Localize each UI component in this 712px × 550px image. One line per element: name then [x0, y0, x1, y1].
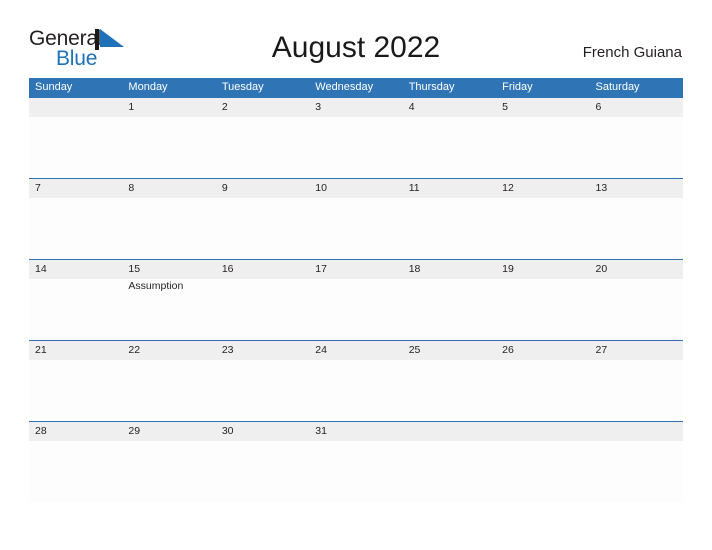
- day-number: 15: [128, 263, 141, 275]
- holiday-event-label: Assumption: [128, 280, 184, 292]
- calendar-day-cell[interactable]: 11: [403, 179, 496, 259]
- weekday-header-row: Sunday Monday Tuesday Wednesday Thursday…: [29, 78, 683, 97]
- calendar-day-cell[interactable]: 7: [29, 179, 122, 259]
- day-number: 24: [315, 344, 327, 356]
- day-number: 20: [595, 263, 608, 275]
- calendar-day-cell[interactable]: 30: [216, 422, 309, 502]
- calendar-day-cell[interactable]: 1: [122, 98, 215, 178]
- day-number: [35, 98, 122, 117]
- day-number: 7: [35, 182, 41, 194]
- day-number: 30: [221, 425, 234, 437]
- calendar-day-cell-empty: [403, 422, 496, 502]
- day-number: 26: [502, 344, 514, 356]
- day-number: 2: [221, 101, 228, 113]
- day-number: 28: [35, 425, 47, 437]
- calendar-day-cell[interactable]: 10: [309, 179, 402, 259]
- calendar-day-cell[interactable]: 24: [309, 341, 402, 421]
- calendar-week-row: 1 2 3 4 5 6: [29, 97, 683, 178]
- day-number: 21: [35, 344, 47, 356]
- day-number: 25: [408, 344, 421, 356]
- weekday-header-tuesday: Tuesday: [221, 81, 264, 93]
- calendar-day-cell[interactable]: 9: [216, 179, 309, 259]
- weekday-header-sunday: Sunday: [35, 81, 73, 93]
- day-number: 6: [595, 101, 602, 113]
- calendar-day-cell[interactable]: 23: [216, 341, 309, 421]
- day-number: 10: [315, 182, 327, 194]
- day-number: 18: [408, 263, 421, 275]
- day-number: 4: [408, 101, 415, 113]
- weekday-header-saturday: Saturday: [595, 81, 640, 93]
- weekday-header-monday: Monday: [128, 81, 168, 93]
- day-events: Assumption: [128, 279, 215, 293]
- calendar-day-cell[interactable]: 13: [590, 179, 683, 259]
- day-number: 23: [221, 344, 234, 356]
- calendar-day-cell[interactable]: 17: [309, 260, 402, 340]
- day-number: 11: [408, 182, 420, 194]
- weekday-header-thursday: Thursday: [408, 81, 455, 93]
- day-number: 14: [35, 263, 47, 275]
- calendar-day-cell[interactable]: 3: [309, 98, 402, 178]
- calendar-day-cell[interactable]: 12: [496, 179, 589, 259]
- calendar-grid: Sunday Monday Tuesday Wednesday Thursday…: [29, 78, 683, 502]
- calendar-day-cell[interactable]: 31: [309, 422, 402, 502]
- day-number: [596, 422, 683, 441]
- calendar-day-cell[interactable]: 14: [29, 260, 122, 340]
- weekday-header-friday: Friday: [502, 81, 533, 93]
- day-number: 27: [595, 344, 608, 356]
- calendar-week-row: 21 22 23 24 25 26 27: [29, 340, 683, 421]
- calendar-day-cell[interactable]: 5: [496, 98, 589, 178]
- day-number: 17: [315, 263, 327, 275]
- calendar-page: General Blue August 2022 French Guiana S…: [0, 0, 712, 550]
- calendar-day-cell[interactable]: 27: [590, 341, 683, 421]
- calendar-weeks: 1 2 3 4 5 6 7 8 9 10 11 12 13 14 15 Assumption 16 17 18 19 2…: [29, 97, 683, 502]
- calendar-day-cell[interactable]: 26: [496, 341, 589, 421]
- calendar-day-cell[interactable]: 2: [216, 98, 309, 178]
- day-number: 1: [128, 101, 135, 113]
- day-number: 22: [128, 344, 141, 356]
- calendar-week-row: 14 15 Assumption 16 17 18 19 20: [29, 259, 683, 340]
- day-number: 19: [502, 263, 514, 275]
- calendar-day-cell[interactable]: 8: [122, 179, 215, 259]
- day-number: 5: [502, 101, 508, 113]
- day-number: [502, 422, 589, 441]
- calendar-day-cell[interactable]: 6: [590, 98, 683, 178]
- day-number: 12: [502, 182, 514, 194]
- calendar-day-cell-empty: [590, 422, 683, 502]
- calendar-day-cell[interactable]: 19: [496, 260, 589, 340]
- calendar-week-row: 7 8 9 10 11 12 13: [29, 178, 683, 259]
- calendar-day-cell[interactable]: 16: [216, 260, 309, 340]
- day-number: 13: [595, 182, 608, 194]
- calendar-day-cell[interactable]: 29: [122, 422, 215, 502]
- day-number: 9: [221, 182, 228, 194]
- calendar-day-cell[interactable]: 15 Assumption: [122, 260, 215, 340]
- day-number: 31: [315, 425, 327, 437]
- page-header: General Blue August 2022 French Guiana: [0, 0, 712, 69]
- calendar-day-cell[interactable]: 21: [29, 341, 122, 421]
- calendar-day-cell[interactable]: 28: [29, 422, 122, 502]
- calendar-day-cell[interactable]: 22: [122, 341, 215, 421]
- calendar-day-cell-empty: [29, 98, 122, 178]
- weekday-header-wednesday: Wednesday: [315, 81, 374, 93]
- day-number: 29: [128, 425, 141, 437]
- calendar-day-cell[interactable]: 18: [403, 260, 496, 340]
- day-number: [409, 422, 496, 441]
- calendar-day-cell[interactable]: 20: [590, 260, 683, 340]
- day-number: 8: [128, 182, 135, 194]
- day-number: 16: [221, 263, 234, 275]
- day-number: 3: [315, 101, 322, 113]
- calendar-week-row: 28 29 30 31: [29, 421, 683, 502]
- location-label: French Guiana: [582, 44, 682, 61]
- calendar-day-cell[interactable]: 4: [403, 98, 496, 178]
- calendar-day-cell-empty: [496, 422, 589, 502]
- calendar-day-cell[interactable]: 25: [403, 341, 496, 421]
